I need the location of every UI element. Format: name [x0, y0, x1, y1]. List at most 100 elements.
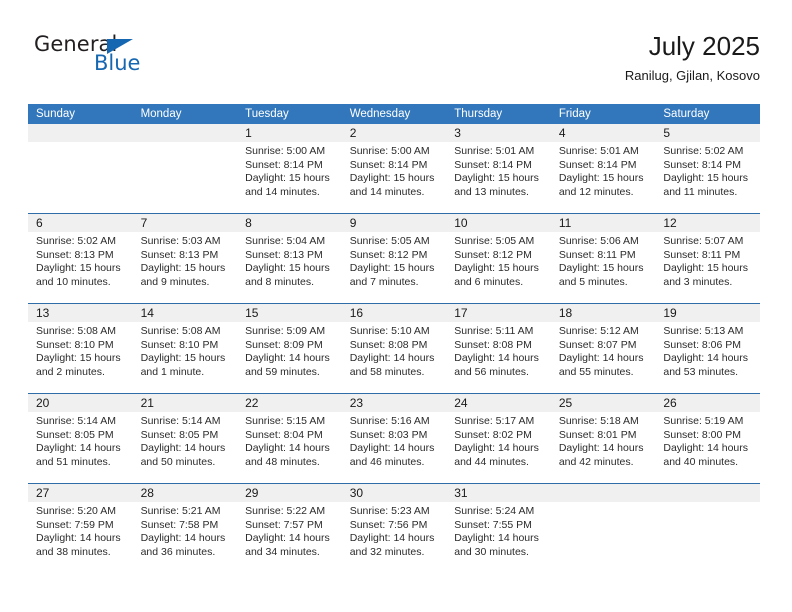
day-info-line: and 36 minutes.: [140, 545, 216, 558]
day-cell-content: 18 Sunrise: 5:12 AM Sunset: 8:07 PM Dayligh…: [550, 304, 656, 393]
day-info-line: Sunset: 7:58 PM: [140, 518, 219, 531]
day-cell-content: 6 Sunrise: 5:02 AM Sunset: 8:13 PM Daylight…: [28, 214, 133, 303]
day-number: 17: [454, 306, 468, 320]
day-cell-content: 19 Sunrise: 5:13 AM Sunset: 8:06 PM Dayligh…: [655, 304, 760, 393]
day-info-line: and 55 minutes.: [558, 365, 634, 378]
calendar-day-cell[interactable]: 28 Sunrise: 5:21 AM Sunset: 7:58 PM Dayligh…: [132, 483, 238, 573]
calendar-day-cell[interactable]: 16 Sunrise: 5:10 AM Sunset: 8:08 PM Dayligh…: [341, 303, 447, 394]
day-info-line: Sunset: 8:06 PM: [663, 338, 742, 351]
weekday-sunday: Sunday: [28, 104, 133, 124]
day-info-line: Sunrise: 5:01 AM: [454, 145, 535, 157]
calendar-day-cell[interactable]: 8 Sunrise: 5:04 AM Sunset: 8:13 PM Daylight…: [237, 213, 342, 304]
calendar-day-cell[interactable]: 17 Sunrise: 5:11 AM Sunset: 8:08 PM Dayligh…: [446, 303, 551, 394]
day-info-line: and 50 minutes.: [140, 455, 216, 468]
day-cell-content: 20 Sunrise: 5:14 AM Sunset: 8:05 PM Dayligh…: [28, 394, 133, 483]
day-info-line: and 32 minutes.: [349, 545, 425, 558]
calendar-day-cell[interactable]: 6 Sunrise: 5:02 AM Sunset: 8:13 PM Daylight…: [28, 213, 133, 304]
calendar-day-cell[interactable]: 10 Sunrise: 5:05 AM Sunset: 8:12 PM Dayligh…: [446, 213, 551, 304]
day-info-line: and 56 minutes.: [454, 365, 529, 378]
day-sun-info: Sunrise: 5:02 AM Sunset: 8:14 PM Daylight:…: [655, 142, 760, 199]
day-info-line: Sunrise: 5:21 AM: [140, 505, 221, 517]
day-info-line: Sunrise: 5:07 AM: [663, 235, 744, 247]
day-info-line: Daylight: 14 hours: [454, 352, 539, 365]
calendar-day-cell[interactable]: 27 Sunrise: 5:20 AM Sunset: 7:59 PM Dayligh…: [28, 483, 133, 573]
day-info-line: Sunrise: 5:12 AM: [558, 325, 639, 337]
day-sun-info: Sunrise: 5:17 AM Sunset: 8:02 PM Daylight:…: [446, 412, 551, 469]
day-info-line: Daylight: 14 hours: [140, 442, 226, 455]
calendar-day-cell[interactable]: 31 Sunrise: 5:24 AM Sunset: 7:55 PM Dayligh…: [446, 483, 551, 573]
day-sun-info: Sunrise: 5:24 AM Sunset: 7:55 PM Daylight:…: [446, 502, 551, 559]
day-sun-info: Sunrise: 5:11 AM Sunset: 8:08 PM Daylight:…: [446, 322, 551, 379]
day-info-line: Daylight: 15 hours: [558, 262, 644, 275]
calendar-day-cell[interactable]: [28, 124, 133, 214]
day-sun-info: Sunrise: 5:04 AM Sunset: 8:13 PM Daylight:…: [237, 232, 342, 289]
day-info-line: and 6 minutes.: [454, 275, 524, 288]
day-number: 2: [349, 126, 357, 140]
day-cell-content: 13 Sunrise: 5:08 AM Sunset: 8:10 PM Dayligh…: [28, 304, 133, 393]
weekday-friday: Friday: [550, 104, 656, 124]
day-cell-content: 11 Sunrise: 5:06 AM Sunset: 8:11 PM Dayligh…: [550, 214, 656, 303]
calendar-day-cell[interactable]: 29 Sunrise: 5:22 AM Sunset: 7:57 PM Dayligh…: [237, 483, 342, 573]
general-blue-logo[interactable]: General Blue: [34, 32, 224, 88]
day-info-line: Daylight: 15 hours: [454, 172, 539, 185]
day-info-line: Sunset: 8:14 PM: [349, 158, 428, 171]
calendar-day-cell[interactable]: 2 Sunrise: 5:00 AM Sunset: 8:14 PM Daylight…: [341, 124, 447, 214]
logo-text-blue: Blue: [94, 51, 141, 75]
day-sun-info: [551, 502, 656, 505]
calendar-day-cell[interactable]: 19 Sunrise: 5:13 AM Sunset: 8:06 PM Dayligh…: [655, 303, 760, 394]
calendar-day-cell[interactable]: 18 Sunrise: 5:12 AM Sunset: 8:07 PM Dayligh…: [550, 303, 656, 394]
calendar-day-cell[interactable]: 30 Sunrise: 5:23 AM Sunset: 7:56 PM Dayligh…: [341, 483, 447, 573]
day-info-line: Sunset: 8:05 PM: [36, 428, 114, 441]
calendar-day-cell[interactable]: 23 Sunrise: 5:16 AM Sunset: 8:03 PM Dayligh…: [341, 393, 447, 484]
weekday-monday: Monday: [132, 104, 238, 124]
calendar-day-cell[interactable]: 13 Sunrise: 5:08 AM Sunset: 8:10 PM Dayligh…: [28, 303, 133, 394]
day-cell-content: 29 Sunrise: 5:22 AM Sunset: 7:57 PM Dayligh…: [237, 484, 342, 573]
day-info-line: Sunrise: 5:19 AM: [663, 415, 744, 427]
calendar-day-cell[interactable]: [655, 483, 760, 573]
calendar-day-cell[interactable]: 20 Sunrise: 5:14 AM Sunset: 8:05 PM Dayligh…: [28, 393, 133, 484]
day-sun-info: Sunrise: 5:07 AM Sunset: 8:11 PM Daylight:…: [655, 232, 760, 289]
day-info-line: Sunset: 8:00 PM: [663, 428, 742, 441]
calendar-day-cell[interactable]: 4 Sunrise: 5:01 AM Sunset: 8:14 PM Daylight…: [550, 124, 656, 214]
day-info-line: and 38 minutes.: [36, 545, 111, 558]
location-subtitle: Ranilug, Gjilan, Kosovo: [624, 68, 760, 83]
calendar-day-cell[interactable]: 21 Sunrise: 5:14 AM Sunset: 8:05 PM Dayligh…: [132, 393, 238, 484]
calendar-day-cell[interactable]: [550, 483, 656, 573]
day-info-line: Sunset: 8:14 PM: [558, 158, 637, 171]
day-info-line: Sunset: 8:13 PM: [140, 248, 219, 261]
day-sun-info: Sunrise: 5:01 AM Sunset: 8:14 PM Daylight:…: [551, 142, 656, 199]
calendar-day-cell[interactable]: 9 Sunrise: 5:05 AM Sunset: 8:12 PM Daylight…: [341, 213, 447, 304]
day-info-line: and 1 minute.: [140, 365, 205, 378]
day-info-line: Sunrise: 5:02 AM: [663, 145, 744, 157]
day-info-line: and 53 minutes.: [663, 365, 739, 378]
day-info-line: Sunset: 8:13 PM: [245, 248, 323, 261]
calendar-day-cell[interactable]: 3 Sunrise: 5:01 AM Sunset: 8:14 PM Daylight…: [446, 124, 551, 214]
day-info-line: Daylight: 15 hours: [140, 262, 226, 275]
weekday-header: Sunday Monday Tuesday Wednesday Thursday…: [28, 104, 760, 124]
calendar-day-cell[interactable]: 25 Sunrise: 5:18 AM Sunset: 8:01 PM Dayligh…: [550, 393, 656, 484]
day-cell-content: 10 Sunrise: 5:05 AM Sunset: 8:12 PM Dayligh…: [446, 214, 551, 303]
calendar-day-cell[interactable]: 5 Sunrise: 5:02 AM Sunset: 8:14 PM Daylight…: [655, 124, 760, 214]
calendar-day-cell[interactable]: 22 Sunrise: 5:15 AM Sunset: 8:04 PM Dayligh…: [237, 393, 342, 484]
calendar-day-cell[interactable]: 7 Sunrise: 5:03 AM Sunset: 8:13 PM Daylight…: [132, 213, 238, 304]
calendar-day-cell[interactable]: 14 Sunrise: 5:08 AM Sunset: 8:10 PM Dayligh…: [132, 303, 238, 394]
day-number: 24: [454, 396, 468, 410]
calendar-day-cell[interactable]: 1 Sunrise: 5:00 AM Sunset: 8:14 PM Daylight…: [237, 124, 342, 214]
day-cell-content: 17 Sunrise: 5:11 AM Sunset: 8:08 PM Dayligh…: [446, 304, 551, 393]
calendar-day-cell[interactable]: 12 Sunrise: 5:07 AM Sunset: 8:11 PM Dayligh…: [655, 213, 760, 304]
day-info-line: Sunset: 7:57 PM: [245, 518, 323, 531]
day-sun-info: Sunrise: 5:03 AM Sunset: 8:13 PM Daylight:…: [133, 232, 238, 289]
calendar-day-cell[interactable]: 24 Sunrise: 5:17 AM Sunset: 8:02 PM Dayligh…: [446, 393, 551, 484]
day-info-line: Sunset: 8:12 PM: [454, 248, 532, 261]
calendar-day-cell[interactable]: 15 Sunrise: 5:09 AM Sunset: 8:09 PM Dayligh…: [237, 303, 342, 394]
calendar-day-cell[interactable]: 26 Sunrise: 5:19 AM Sunset: 8:00 PM Dayligh…: [655, 393, 760, 484]
day-cell-content: 4 Sunrise: 5:01 AM Sunset: 8:14 PM Daylight…: [550, 124, 656, 213]
day-number: 18: [558, 306, 573, 320]
day-info-line: and 9 minutes.: [140, 275, 210, 288]
day-cell-content: [655, 484, 760, 573]
calendar-day-cell[interactable]: 11 Sunrise: 5:06 AM Sunset: 8:11 PM Dayligh…: [550, 213, 656, 304]
day-cell-content: 23 Sunrise: 5:16 AM Sunset: 8:03 PM Dayligh…: [341, 394, 447, 483]
day-number: 21: [140, 396, 154, 410]
day-number: 30: [349, 486, 364, 500]
calendar-day-cell[interactable]: [132, 124, 238, 214]
